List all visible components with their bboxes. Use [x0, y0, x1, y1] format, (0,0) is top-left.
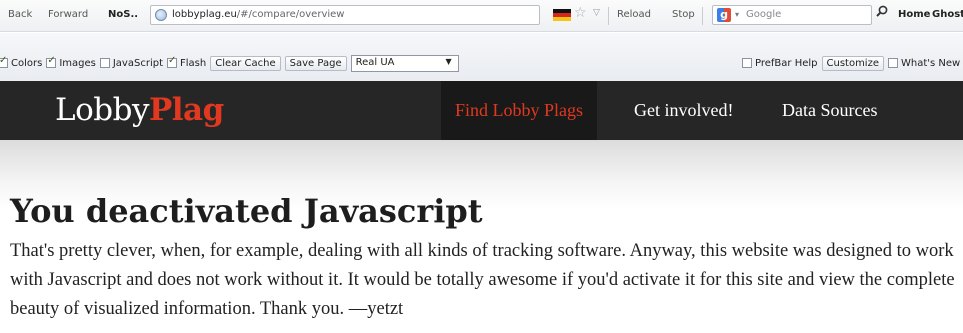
prefbar-help-button[interactable]: PrefBar Help [755, 58, 818, 69]
search-engine-icon[interactable]: g [717, 8, 731, 22]
user-agent-select[interactable]: Real UA ▼ [350, 54, 459, 72]
main-content: You deactivated Javascript That's pretty… [0, 140, 963, 333]
ghostery-button[interactable]: Ghostery [932, 9, 963, 20]
colors-label: Colors [11, 57, 43, 69]
logo-text-plag: Plag [148, 92, 224, 128]
home-button[interactable]: Home [898, 9, 930, 20]
search-engine-dropdown-icon[interactable]: ▾ [735, 10, 739, 19]
toolbar-separator [702, 7, 703, 25]
url-host: lobbyplag.eu [172, 9, 237, 20]
flash-label: Flash [180, 57, 207, 69]
url-dropdown-icon[interactable]: ▽ [593, 8, 600, 18]
save-page-button[interactable]: Save Page [284, 55, 347, 71]
browser-nav-bar: Back Forward NoS.. lobbyplag.eu/#/compar… [0, 0, 963, 32]
site-header: LobbyPlag Find Lobby Plags Get involved!… [0, 81, 963, 140]
customize-button[interactable]: Customize [821, 55, 884, 71]
nav-data-sources[interactable]: Data Sources [768, 81, 891, 140]
colors-checkbox[interactable] [0, 55, 8, 68]
nav-find-lobby-plags[interactable]: Find Lobby Plags [441, 81, 598, 140]
logo-text-lobby: Lobby [55, 92, 149, 128]
germany-flag-icon[interactable] [553, 9, 571, 21]
flash-checkbox[interactable] [167, 55, 177, 68]
prefbar-toolbar: Colors Images JavaScript Flash Clear Cac… [0, 33, 963, 81]
forward-button[interactable]: Forward [48, 9, 88, 20]
noscript-button[interactable]: NoS.. [108, 9, 138, 20]
page-title: You deactivated Javascript [10, 192, 483, 230]
javascript-checkbox[interactable] [99, 58, 110, 68]
images-checkbox[interactable] [46, 55, 57, 68]
chevron-down-icon: ▼ [445, 56, 452, 66]
reload-button[interactable]: Reload [617, 9, 651, 20]
toolbar-separator [608, 7, 609, 25]
url-bar[interactable]: lobbyplag.eu/#/compare/overview [150, 5, 540, 25]
back-button[interactable]: Back [8, 9, 32, 20]
javascript-label: JavaScript [112, 57, 163, 69]
search-placeholder: Google [746, 9, 782, 20]
user-agent-value: Real UA [355, 56, 395, 68]
noscript-message: That's pretty clever, when, for example,… [10, 241, 955, 319]
stop-button[interactable]: Stop [672, 9, 695, 20]
globe-icon [155, 9, 167, 21]
images-label: Images [59, 57, 96, 69]
nav-get-involved[interactable]: Get involved! [620, 81, 747, 140]
clear-cache-button[interactable]: Clear Cache [210, 55, 281, 71]
whats-new-button[interactable]: What's New [901, 58, 960, 69]
prefbar-help-checkbox[interactable] [742, 58, 752, 68]
lobbyplag-logo[interactable]: LobbyPlag [55, 92, 224, 128]
bookmark-star-icon[interactable]: ☆ [574, 5, 587, 21]
magnifier-icon[interactable] [876, 5, 888, 17]
url-path: /#/compare/overview [236, 9, 345, 20]
whats-new-checkbox[interactable] [888, 58, 898, 68]
search-input[interactable]: g ▾ Google [712, 5, 872, 25]
